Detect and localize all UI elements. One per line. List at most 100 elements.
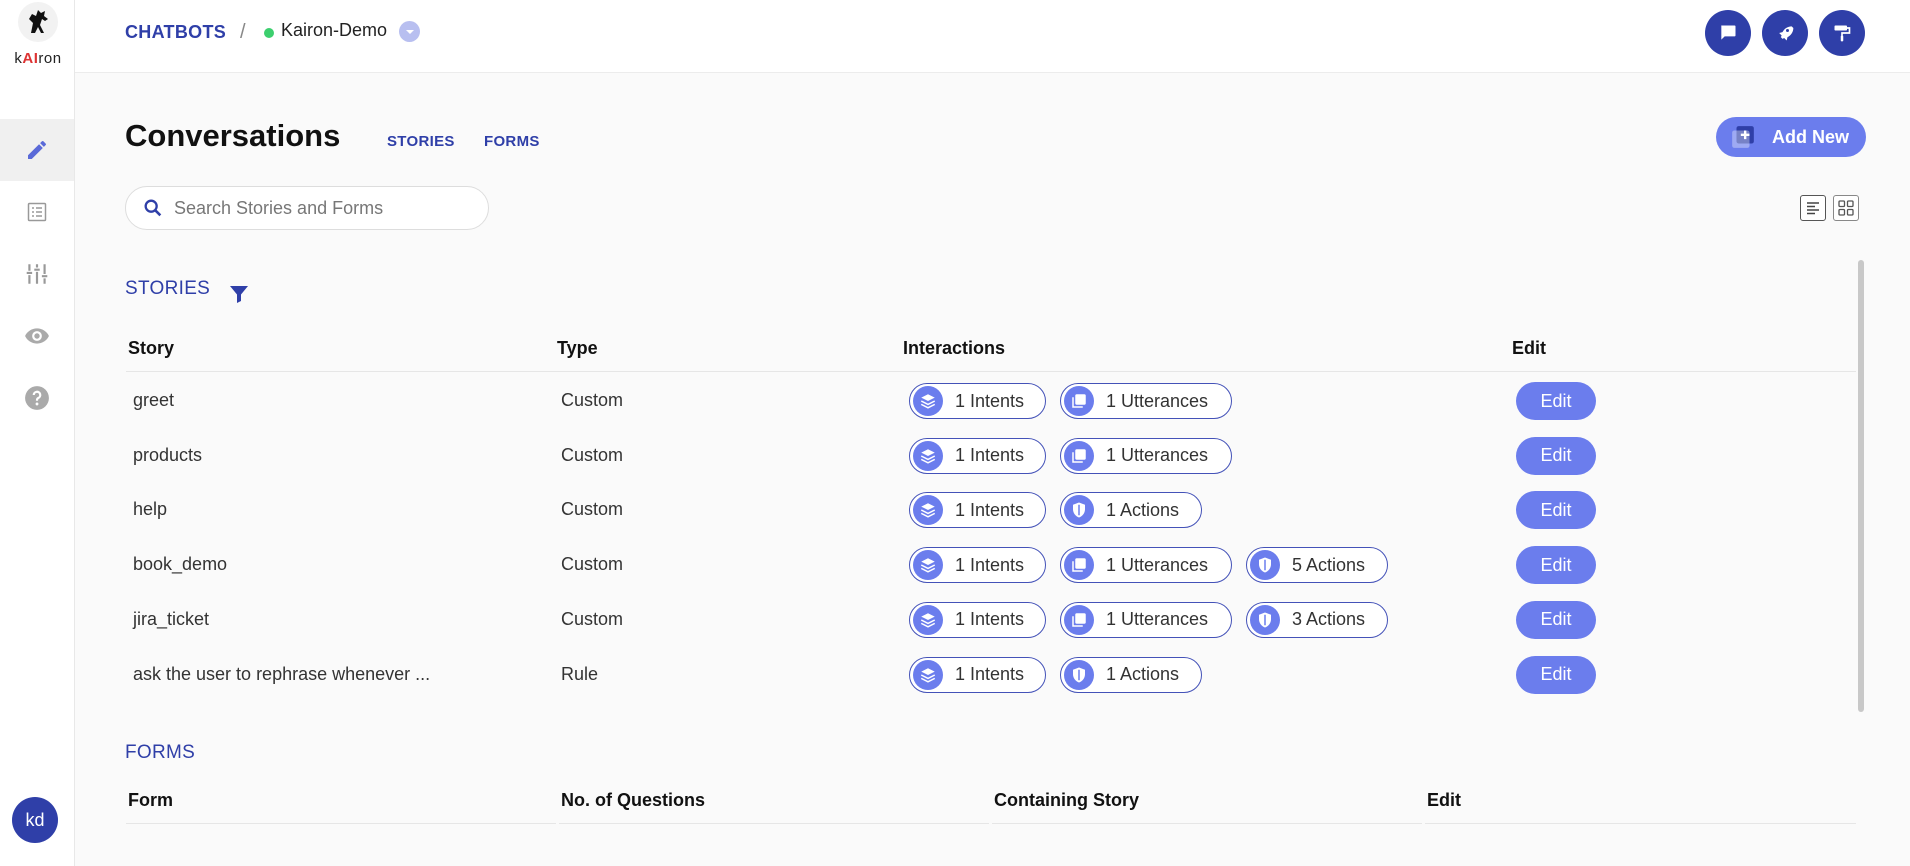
column-header-interactions: Interactions: [903, 338, 1006, 358]
forms-header-divider: [992, 823, 1422, 824]
story-name[interactable]: ask the user to rephrase whenever ...: [133, 664, 430, 685]
pill-label: 1 Actions: [1106, 499, 1180, 520]
column-header-containing-story: Containing Story: [994, 790, 1139, 810]
add-new-label: Add New: [1772, 126, 1850, 147]
layers-icon: [913, 495, 943, 526]
tab-stories[interactable]: STORIES: [387, 133, 455, 150]
intent-pill[interactable]: 1 Intents: [909, 492, 1046, 529]
pencil-icon: [28, 140, 46, 159]
breadcrumb-chatbots[interactable]: CHATBOTS: [125, 22, 226, 43]
forms-header-divider: [126, 823, 556, 824]
chevron-down-icon: [405, 29, 414, 34]
edit-story-button[interactable]: Edit: [1516, 600, 1596, 639]
action-pill[interactable]: 3 Actions: [1246, 601, 1388, 638]
stories-section-title: STORIES: [125, 278, 211, 299]
search-icon: [144, 199, 162, 217]
sidebar-item-conversations[interactable]: [0, 119, 74, 181]
copy-icon: [1064, 440, 1094, 471]
edit-story-button[interactable]: Edit: [1516, 546, 1596, 585]
top-bar: CHATBOTS / Kairon-Demo: [75, 0, 1910, 73]
grid-view-toggle[interactable]: [1833, 195, 1859, 221]
story-type: Custom: [561, 499, 624, 520]
horse-logo-icon: [18, 2, 58, 42]
pill-label: 1 Utterances: [1106, 390, 1209, 411]
story-name[interactable]: products: [133, 445, 202, 466]
scrollbar-thumb[interactable]: [1858, 260, 1864, 712]
intent-pill[interactable]: 1 Intents: [909, 383, 1046, 419]
shield-icon: [1250, 550, 1280, 581]
utterance-pill[interactable]: 1 Utterances: [1060, 437, 1232, 474]
tab-forms[interactable]: FORMS: [484, 133, 540, 150]
bot-status-dot: [264, 28, 274, 38]
utterance-pill[interactable]: 1 Utterances: [1060, 547, 1232, 584]
story-type: Custom: [561, 390, 624, 410]
forms-section-title: FORMS: [125, 742, 196, 763]
shield-icon: [1064, 495, 1094, 526]
list-view-icon: [1807, 202, 1819, 215]
utterance-pill[interactable]: 1 Utterances: [1060, 601, 1232, 638]
pill-label: 1 Actions: [1106, 664, 1180, 684]
chat-button[interactable]: [1705, 10, 1751, 56]
shield-icon: [1064, 659, 1094, 690]
list-icon: [27, 202, 47, 222]
pill-label: 1 Utterances: [1106, 554, 1209, 575]
column-header-story: Story: [128, 338, 175, 358]
eye-icon: [25, 328, 49, 344]
sidebar-item-training-data[interactable]: [0, 181, 74, 243]
layers-icon: [913, 386, 943, 416]
layers-icon: [913, 440, 943, 471]
pill-label: 3 Actions: [1292, 609, 1366, 630]
story-name[interactable]: greet: [133, 390, 174, 411]
intent-pill[interactable]: 1 Intents: [909, 547, 1046, 584]
story-name[interactable]: book_demo: [133, 554, 227, 575]
user-avatar[interactable]: kd: [12, 797, 58, 843]
kairon-logo[interactable]: kAIron: [8, 2, 68, 74]
bot-dropdown-button[interactable]: [399, 21, 420, 42]
edit-story-button[interactable]: Edit: [1516, 655, 1596, 694]
deploy-button[interactable]: [1762, 10, 1808, 56]
edit-story-button[interactable]: Edit: [1516, 436, 1596, 475]
intent-pill[interactable]: 1 Intents: [909, 437, 1046, 474]
action-pill[interactable]: 1 Actions: [1060, 492, 1202, 529]
utterance-pill[interactable]: 1 Utterances: [1060, 383, 1232, 419]
sidebar: kAIron kd: [0, 0, 75, 866]
story-type: Custom: [561, 554, 624, 575]
intent-pill[interactable]: 1 Intents: [909, 656, 1046, 693]
layers-icon: [913, 550, 943, 581]
forms-header-divider: [559, 823, 989, 824]
search-box[interactable]: [125, 186, 489, 230]
grid-view-icon: [1838, 200, 1854, 216]
add-new-button[interactable]: Add New: [1716, 117, 1866, 157]
breadcrumb-separator: /: [240, 21, 246, 43]
sidebar-item-preview[interactable]: [0, 305, 74, 367]
pill-label: 1 Intents: [955, 390, 1025, 411]
pill-label: 1 Intents: [955, 664, 1025, 684]
breadcrumb-bot-name[interactable]: Kairon-Demo: [281, 20, 387, 41]
theme-button[interactable]: [1819, 10, 1865, 56]
story-type: Custom: [561, 444, 624, 465]
chat-icon: [1721, 25, 1736, 40]
story-name[interactable]: jira_ticket: [133, 609, 209, 630]
intent-pill[interactable]: 1 Intents: [909, 601, 1046, 638]
action-pill[interactable]: 5 Actions: [1246, 547, 1388, 584]
sidebar-item-configuration[interactable]: [0, 243, 74, 305]
edit-story-button[interactable]: Edit: [1516, 491, 1596, 530]
pill-label: 1 Intents: [955, 609, 1025, 630]
action-pill[interactable]: 1 Actions: [1060, 656, 1202, 693]
column-header-type: Type: [557, 338, 598, 358]
column-header-form: Form: [128, 790, 173, 810]
header-divider: [126, 371, 1856, 372]
list-view-toggle[interactable]: [1800, 195, 1826, 221]
search-input[interactable]: [172, 196, 476, 220]
layers-icon: [913, 604, 943, 635]
edit-story-button[interactable]: Edit: [1516, 382, 1596, 420]
help-icon: [25, 386, 49, 410]
filter-icon[interactable]: [227, 282, 251, 306]
sidebar-item-help[interactable]: [0, 367, 74, 429]
copy-icon: [1064, 386, 1094, 416]
story-name[interactable]: help: [133, 499, 167, 520]
logo-text: kAIron: [14, 50, 62, 67]
sliders-icon: [26, 264, 48, 284]
column-header-questions: No. of Questions: [561, 790, 705, 810]
story-type: Custom: [561, 608, 624, 629]
